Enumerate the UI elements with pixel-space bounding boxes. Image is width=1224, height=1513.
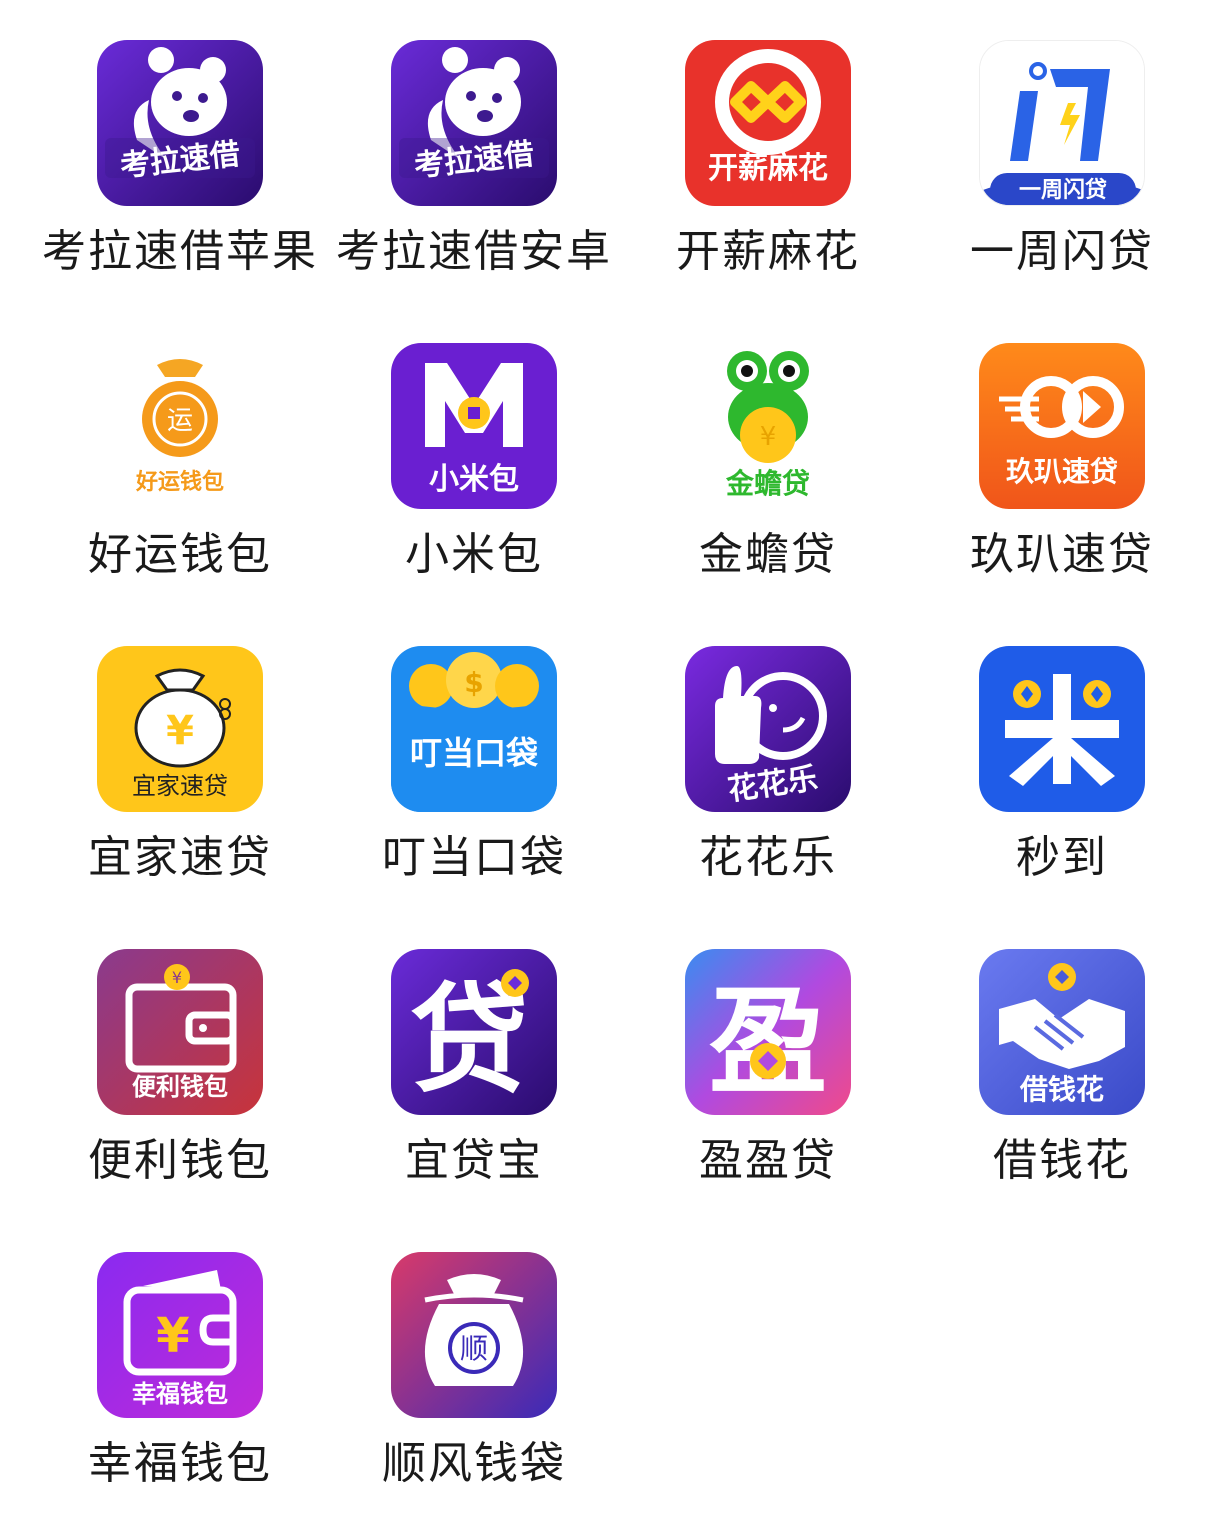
svg-text:¥: ¥ xyxy=(166,708,194,754)
svg-text:玖玐速贷: 玖玐速贷 xyxy=(1006,455,1118,488)
wallet-icon: ¥ 便利钱包 xyxy=(97,949,263,1115)
yuan-bag-icon: ¥ 宜家速贷 xyxy=(97,646,263,812)
app-label: 秒到 xyxy=(1016,832,1108,883)
app-label: 盈盈贷 xyxy=(699,1135,837,1186)
app-label: 开薪麻花 xyxy=(676,226,860,277)
rice-coins-icon xyxy=(979,646,1145,812)
app-label: 花花乐 xyxy=(699,832,837,883)
handshake-coin-icon: 借钱花 xyxy=(979,949,1145,1115)
app-label: 一周闪贷 xyxy=(970,226,1154,277)
svg-text:¥: ¥ xyxy=(760,422,777,452)
svg-text:运: 运 xyxy=(167,406,193,436)
money-bag-icon: 运 好运钱包 xyxy=(97,343,263,509)
app-label: 借钱花 xyxy=(993,1135,1131,1186)
svg-text:开薪麻花: 开薪麻花 xyxy=(708,151,828,186)
dai-character-icon: 贷 xyxy=(391,949,557,1115)
svg-text:好运钱包: 好运钱包 xyxy=(135,469,224,495)
svg-text:¥: ¥ xyxy=(156,1308,189,1364)
app-tile-xingfu-qianbao[interactable]: ¥ 幸福钱包 幸福钱包 xyxy=(33,1212,327,1502)
app-tile-kaola-apple[interactable]: 考拉速借 考拉速借苹果 xyxy=(33,0,327,290)
app-tile-yijia-sudai[interactable]: ¥ 宜家速贷 宜家速贷 xyxy=(33,606,327,896)
app-tile-kaola-android[interactable]: 考拉速借 考拉速借安卓 xyxy=(327,0,621,290)
app-label: 金蟾贷 xyxy=(699,529,837,580)
app-label: 好运钱包 xyxy=(88,529,272,580)
app-tile-jiuba-sudai[interactable]: 玖玐速贷 玖玐速贷 xyxy=(915,303,1209,593)
app-tile-yingyingdai[interactable]: 盈 盈盈贷 xyxy=(621,909,915,1199)
svg-text:¥: ¥ xyxy=(172,968,182,987)
app-grid: 考拉速借 考拉速借苹果 考拉速借 考拉速借安卓 开薪麻花 开薪麻花 一周闪贷 一… xyxy=(0,0,1224,1513)
app-tile-miaodao[interactable]: 秒到 xyxy=(915,606,1209,896)
thumbs-up-smile-icon: 花花乐 xyxy=(685,646,851,812)
yuan-wallet-icon: ¥ 幸福钱包 xyxy=(97,1252,263,1418)
app-label: 玖玐速贷 xyxy=(970,529,1154,580)
arrow-rings-icon: 玖玐速贷 xyxy=(979,343,1145,509)
app-label: 叮当口袋 xyxy=(382,832,566,883)
m-coin-icon: 小米包 xyxy=(391,343,557,509)
svg-text:金蟾贷: 金蟾贷 xyxy=(725,467,810,500)
coins-pocket-icon: $ 叮当口袋 xyxy=(391,646,557,812)
infinity-ring-icon: 开薪麻花 xyxy=(685,40,851,206)
koala-icon: 考拉速借 xyxy=(97,40,263,206)
svg-text:借钱花: 借钱花 xyxy=(1019,1073,1104,1106)
lightning-door-icon: 一周闪贷 xyxy=(979,40,1145,206)
svg-text:宜家速贷: 宜家速贷 xyxy=(132,772,228,800)
app-tile-yizhou-shandai[interactable]: 一周闪贷 一周闪贷 xyxy=(915,0,1209,290)
svg-text:便利钱包: 便利钱包 xyxy=(132,1073,228,1101)
app-label: 便利钱包 xyxy=(88,1135,272,1186)
svg-text:盈: 盈 xyxy=(709,973,827,1111)
svg-text:一周闪贷: 一周闪贷 xyxy=(1019,177,1107,203)
app-label: 宜贷宝 xyxy=(405,1135,543,1186)
koala-icon: 考拉速借 xyxy=(391,40,557,206)
svg-text:$: $ xyxy=(464,666,483,699)
app-label: 考拉速借苹果 xyxy=(42,226,318,277)
app-label: 幸福钱包 xyxy=(88,1438,272,1489)
app-tile-yidaibao[interactable]: 贷 宜贷宝 xyxy=(327,909,621,1199)
ying-character-icon: 盈 xyxy=(685,949,851,1115)
app-label: 宜家速贷 xyxy=(88,832,272,883)
app-tile-dingdang-koudai[interactable]: $ 叮当口袋 叮当口袋 xyxy=(327,606,621,896)
app-tile-jieqianhua[interactable]: 借钱花 借钱花 xyxy=(915,909,1209,1199)
frog-coin-icon: ¥ 金蟾贷 xyxy=(685,343,851,509)
svg-text:小米包: 小米包 xyxy=(429,462,519,497)
svg-text:叮当口袋: 叮当口袋 xyxy=(410,734,538,772)
app-label: 小米包 xyxy=(405,529,543,580)
app-tile-huahuale[interactable]: 花花乐 花花乐 xyxy=(621,606,915,896)
app-tile-shunfeng-qiandai[interactable]: 顺 顺风钱袋 xyxy=(327,1212,621,1502)
app-tile-xiaomibao[interactable]: 小米包 小米包 xyxy=(327,303,621,593)
app-label: 顺风钱袋 xyxy=(382,1438,566,1489)
app-label: 考拉速借安卓 xyxy=(336,226,612,277)
app-tile-haoyun-qianbao[interactable]: 运 好运钱包 好运钱包 xyxy=(33,303,327,593)
svg-text:顺: 顺 xyxy=(460,1332,488,1365)
svg-text:幸福钱包: 幸福钱包 xyxy=(132,1380,228,1408)
app-tile-bianli-qianbao[interactable]: ¥ 便利钱包 便利钱包 xyxy=(33,909,327,1199)
app-tile-kaixin-mahua[interactable]: 开薪麻花 开薪麻花 xyxy=(621,0,915,290)
app-tile-jinchandai[interactable]: ¥ 金蟾贷 金蟾贷 xyxy=(621,303,915,593)
shun-bag-icon: 顺 xyxy=(391,1252,557,1418)
